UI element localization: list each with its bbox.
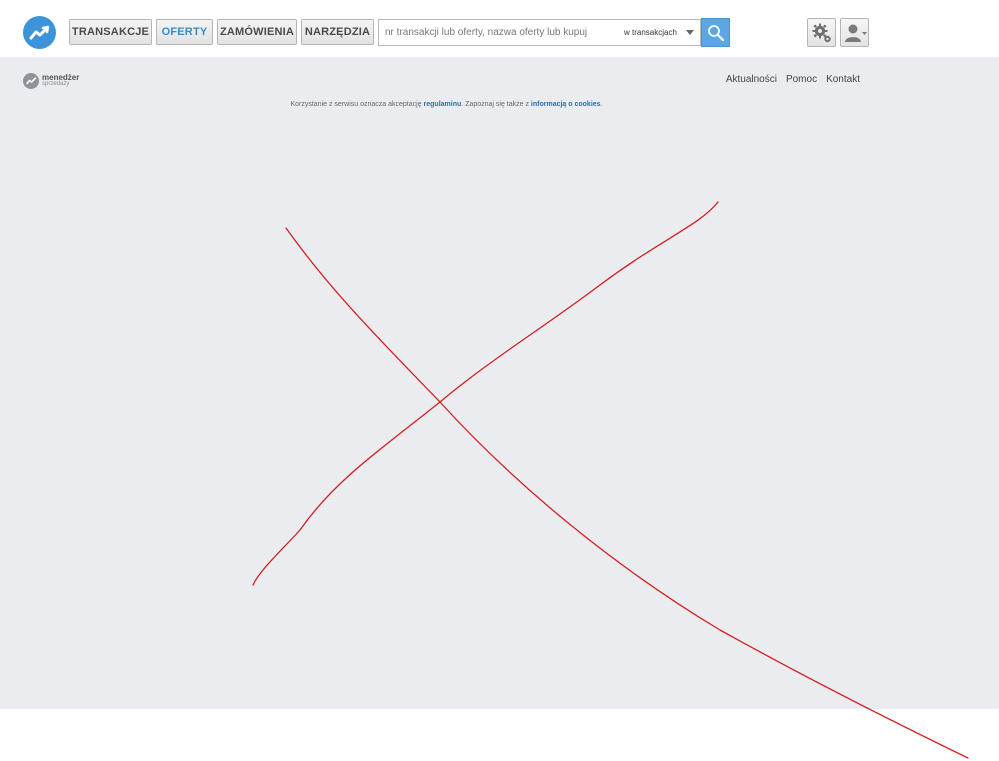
brand-title: menedżer xyxy=(42,73,80,82)
terms-text-after: . xyxy=(600,101,603,108)
brand-logo[interactable]: menedżer sprzedaży xyxy=(23,72,79,90)
nav-tab-oferty[interactable]: OFERTY xyxy=(156,19,213,45)
search-box: w transakcjach xyxy=(378,19,701,46)
terms-text-before: Korzystanie z serwisu oznacza akceptację xyxy=(290,101,424,108)
content-area: menedżer sprzedaży Aktualności Pomoc Kon… xyxy=(0,57,999,709)
settings-button[interactable] xyxy=(807,18,836,47)
link-aktualnosci[interactable]: Aktualności xyxy=(726,74,777,85)
terms-link-regulamin[interactable]: regulaminu xyxy=(424,101,462,108)
brand-text: menedżer sprzedaży xyxy=(42,74,79,88)
terms-notice: Korzystanie z serwisu oznacza akceptację… xyxy=(0,101,893,108)
chevron-down-icon xyxy=(686,30,694,35)
search-scope-label: w transakcjach xyxy=(624,28,677,37)
search-scope-select[interactable]: w transakcjach xyxy=(624,20,700,45)
app-logo-icon[interactable] xyxy=(23,16,56,49)
link-pomoc[interactable]: Pomoc xyxy=(786,74,817,85)
top-bar: TRANSAKCJE OFERTY ZAMÓWIENIA NARZĘDZIA w… xyxy=(0,0,999,57)
search-input[interactable] xyxy=(385,24,587,41)
account-button[interactable] xyxy=(840,18,869,47)
search-icon xyxy=(707,24,724,41)
brand-subtitle: sprzedaży xyxy=(42,81,70,87)
nav-tab-zamowienia[interactable]: ZAMÓWIENIA xyxy=(217,19,297,45)
nav-tab-transakcje[interactable]: TRANSAKCJE xyxy=(69,19,152,45)
search-button[interactable] xyxy=(701,18,730,47)
terms-text-middle: . Zapoznaj się także z xyxy=(461,101,531,108)
link-kontakt[interactable]: Kontakt xyxy=(826,74,860,85)
terms-link-cookies[interactable]: informacją o cookies xyxy=(531,101,601,108)
nav-tab-narzedzia[interactable]: NARZĘDZIA xyxy=(301,19,374,45)
gears-icon xyxy=(812,23,831,42)
trend-chart-icon xyxy=(23,73,39,89)
user-icon xyxy=(844,24,867,42)
page: TRANSAKCJE OFERTY ZAMÓWIENIA NARZĘDZIA w… xyxy=(0,0,999,761)
top-links: Aktualności Pomoc Kontakt xyxy=(726,74,860,85)
